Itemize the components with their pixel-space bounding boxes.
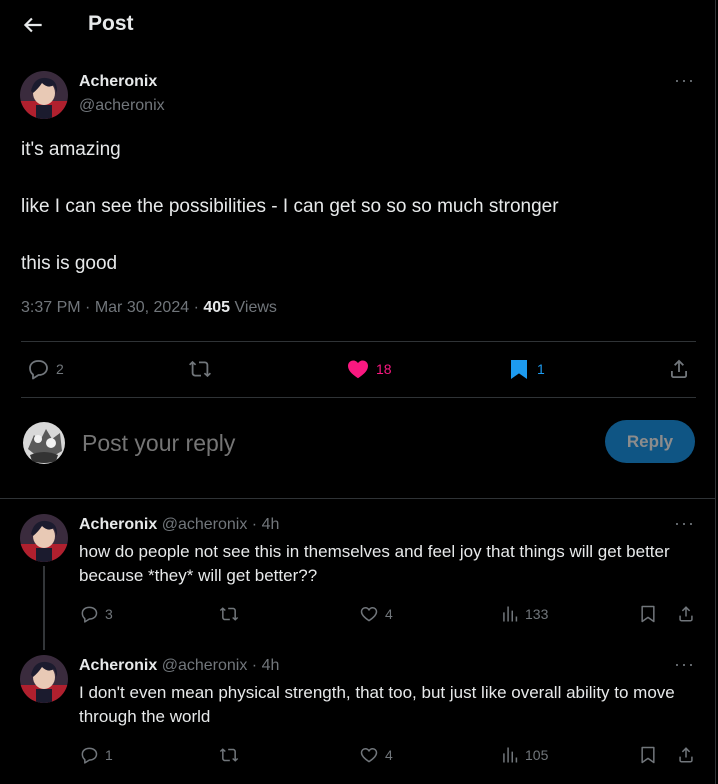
speech-bubble-icon [81, 606, 98, 623]
author-name[interactable]: Acheronix [79, 657, 157, 674]
page-title: Post [88, 12, 134, 35]
bookmark-icon [641, 605, 655, 623]
like-action[interactable]: 4 [359, 604, 393, 624]
heart-icon [360, 747, 378, 763]
reply-count: 1 [105, 747, 113, 763]
share-upload-icon [671, 359, 687, 378]
repost-action[interactable] [188, 357, 212, 381]
post-time[interactable]: 3:37 PM [21, 299, 81, 316]
bookmark-icon [641, 746, 655, 764]
share-action[interactable] [676, 745, 696, 765]
bookmark-count: 1 [537, 361, 545, 377]
avatar[interactable] [20, 514, 68, 562]
reply-text: how do people not see this in themselves… [79, 542, 670, 585]
views-count: 133 [525, 606, 549, 622]
heart-icon [348, 360, 368, 379]
more-dots-icon: ··· [674, 513, 695, 533]
bookmark-action[interactable] [638, 604, 658, 624]
post-line: like I can see the possibilities - I can… [21, 196, 559, 217]
reply-header: Acheronix @acheronix · 4h [79, 657, 279, 675]
arrow-left-icon [23, 17, 42, 33]
post-meta: 3:37 PM · Mar 30, 2024 · 405 Views [21, 299, 277, 317]
like-count: 4 [385, 747, 393, 763]
author-handle[interactable]: @acheronix [162, 657, 248, 674]
avatar[interactable] [20, 655, 68, 703]
views-action[interactable]: 133 [499, 604, 548, 624]
speech-bubble-icon [29, 360, 48, 380]
thread-line [43, 566, 45, 650]
repost-arrows-icon [219, 607, 239, 621]
author-name[interactable]: Acheronix [79, 516, 157, 533]
avatar[interactable] [20, 71, 68, 119]
repost-action[interactable] [219, 745, 239, 765]
reply-action[interactable]: 2 [26, 357, 64, 381]
current-user-avatar[interactable] [20, 419, 68, 467]
divider [21, 397, 696, 398]
more-options-button[interactable]: ··· [674, 70, 695, 91]
author-handle[interactable]: @acheronix [79, 97, 165, 115]
views-label: Views [234, 299, 277, 316]
reply-count: 2 [56, 361, 64, 377]
bar-chart-icon [503, 747, 518, 763]
divider [21, 341, 696, 342]
like-count: 18 [376, 361, 392, 377]
reply-input[interactable] [80, 426, 584, 460]
views-count: 105 [525, 747, 549, 763]
post-line: this is good [21, 253, 118, 274]
reply-button[interactable]: Reply [605, 420, 695, 463]
like-action[interactable]: 4 [359, 745, 393, 765]
share-upload-icon [679, 606, 693, 622]
repost-arrows-icon [219, 748, 239, 762]
meta-separator: · [251, 516, 258, 533]
more-dots-icon: ··· [674, 654, 695, 674]
bookmark-action[interactable]: 1 [507, 357, 545, 381]
post-line: it's amazing [21, 139, 121, 160]
repost-action[interactable] [219, 604, 239, 624]
meta-separator: · [85, 299, 91, 316]
post-date[interactable]: Mar 30, 2024 [95, 299, 189, 316]
reply-action[interactable]: 3 [79, 604, 113, 624]
share-upload-icon [679, 747, 693, 763]
reply-thread-item[interactable]: Acheronix @acheronix · 4h ··· how do peo… [0, 499, 716, 650]
more-options-button[interactable]: ··· [674, 513, 695, 534]
reply-text: I don't even mean physical strength, tha… [79, 683, 675, 726]
views-action[interactable]: 105 [499, 745, 548, 765]
views-count: 405 [203, 299, 231, 316]
speech-bubble-icon [81, 747, 98, 764]
author-name[interactable]: Acheronix [79, 73, 157, 91]
bookmark-icon [511, 360, 527, 379]
post-column: Post Acheronix @acheronix ··· it's amazi… [0, 0, 716, 784]
like-action[interactable]: 18 [346, 357, 392, 381]
author-handle[interactable]: @acheronix [162, 516, 248, 533]
post-age[interactable]: 4h [262, 657, 280, 674]
reply-action[interactable]: 1 [79, 745, 113, 765]
more-options-button[interactable]: ··· [674, 654, 695, 675]
meta-separator: · [193, 299, 199, 316]
reply-thread-item[interactable]: Acheronix @acheronix · 4h ··· I don't ev… [0, 641, 716, 784]
repost-arrows-icon [189, 360, 211, 378]
share-action[interactable] [667, 357, 691, 381]
post-age[interactable]: 4h [262, 516, 280, 533]
bookmark-action[interactable] [638, 745, 658, 765]
heart-icon [360, 606, 378, 622]
share-action[interactable] [676, 604, 696, 624]
bar-chart-icon [503, 606, 518, 622]
reply-header: Acheronix @acheronix · 4h [79, 516, 279, 534]
like-count: 4 [385, 606, 393, 622]
back-button[interactable] [20, 12, 46, 38]
reply-count: 3 [105, 606, 113, 622]
meta-separator: · [251, 657, 258, 674]
more-dots-icon: ··· [674, 70, 695, 90]
